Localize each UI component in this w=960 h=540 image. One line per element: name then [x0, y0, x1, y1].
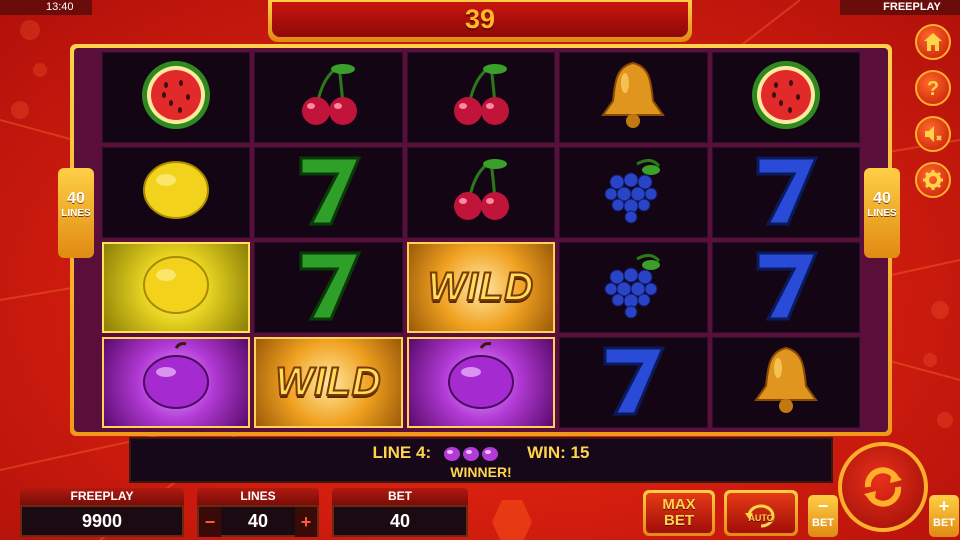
max-bet-line2: BET [664, 512, 694, 529]
lemon-icon [136, 150, 216, 235]
cherries-icon [441, 150, 521, 235]
svg-text:?: ? [927, 78, 939, 99]
sound-button[interactable] [915, 116, 951, 152]
lines-badge-right: 40 LINES [864, 168, 900, 258]
home-icon [924, 33, 942, 51]
reel-cell-grapes [559, 242, 708, 333]
reel-cell-cherries [254, 52, 403, 143]
auto-label: AUTO [748, 513, 774, 523]
counter-value: 39 [272, 2, 688, 37]
reels-frame: WILD WILD [70, 44, 892, 436]
bet-label: BET [332, 488, 468, 505]
win-line-label: LINE 4: [372, 443, 432, 462]
lines-label: LINES [61, 208, 91, 219]
help-button[interactable]: ? [915, 70, 951, 106]
lines-plus-button[interactable]: + [295, 507, 317, 537]
bell-icon [746, 340, 826, 425]
clock: 13:40 [0, 0, 92, 15]
reel-cell-watermelon [711, 52, 860, 143]
reel-cell-wild: WILD [406, 242, 556, 333]
cherries-icon [441, 55, 521, 140]
bet-minus-label: BET [812, 517, 834, 529]
lemon-icon [136, 245, 216, 330]
bet-plus-symbol: + [938, 496, 950, 516]
grapes-icon [593, 245, 673, 330]
seven-green-icon [289, 150, 369, 235]
sound-off-icon [925, 126, 942, 142]
reel-cell-seven-green [254, 147, 403, 238]
win-amount: WIN: 15 [527, 443, 590, 462]
bet-panel: BET 40 [332, 488, 468, 540]
lines-panel: LINES 40 − + [197, 488, 319, 540]
lines-count: 40 [873, 190, 891, 207]
help-icon: ? [927, 78, 939, 99]
seven-green-icon [289, 245, 369, 330]
bet-plus-button[interactable]: + BET [929, 495, 959, 537]
max-bet-line1: MAX [662, 496, 696, 513]
reel-grid: WILD WILD [102, 52, 860, 428]
cherries-icon [289, 55, 369, 140]
freeplay-balance: 9900 [20, 505, 184, 537]
home-button[interactable] [915, 24, 951, 60]
reel-cell-bell [559, 52, 708, 143]
lines-minus-button[interactable]: − [199, 507, 221, 537]
gear-icon [923, 170, 943, 190]
bet-plus-label: BET [933, 517, 955, 529]
reel-cell-cherries [406, 52, 556, 143]
bell-icon [593, 55, 673, 140]
reel-cell-seven-blue [711, 147, 860, 238]
win-message-bar: LINE 4: WIN: 15 WINNER! [129, 437, 833, 483]
free-spins-counter: 39 [268, 0, 692, 42]
lines-badge-left: 40 LINES [58, 168, 94, 258]
seven-blue-icon [746, 150, 826, 235]
grapes-icon [593, 150, 673, 235]
max-bet-button[interactable]: MAX BET [643, 490, 715, 536]
seven-blue-icon [746, 245, 826, 330]
bet-value: 40 [332, 505, 468, 537]
plum-icons [444, 447, 499, 461]
wild-symbol: WILD [427, 264, 535, 310]
spin-button[interactable] [838, 442, 928, 532]
reel-cell-bell [711, 337, 860, 428]
bet-minus-button[interactable]: − BET [808, 495, 838, 537]
winner-text: WINNER! [450, 464, 512, 480]
lines-label: LINES [867, 208, 897, 219]
reel-cell-seven-green [254, 242, 403, 333]
reel-cell-plum [406, 337, 556, 428]
reel-cell-cherries [406, 147, 556, 238]
reel-cell-wild: WILD [254, 337, 403, 428]
reel-cell-seven-blue [559, 337, 708, 428]
plum-icon [136, 340, 216, 425]
reel-cell-lemon [102, 147, 251, 238]
bet-minus-symbol: − [817, 496, 829, 516]
plum-icon [441, 340, 521, 425]
spin-icon [864, 467, 902, 507]
freeplay-panel: FREEPLAY 9900 [20, 488, 184, 540]
reel-cell-watermelon [102, 52, 251, 143]
reel-cell-lemon [102, 242, 251, 333]
settings-button[interactable] [915, 162, 951, 198]
reel-cell-plum [102, 337, 251, 428]
reel-cell-seven-blue [711, 242, 860, 333]
mode-label: FREEPLAY [840, 0, 960, 15]
hex-decoration [492, 500, 532, 540]
reel-cell-grapes [559, 147, 708, 238]
lines-count: 40 [67, 190, 85, 207]
seven-blue-icon [593, 340, 673, 425]
wild-symbol: WILD [274, 359, 382, 405]
watermelon-icon [136, 55, 216, 140]
auto-button[interactable]: AUTO [724, 490, 798, 536]
watermelon-icon [746, 55, 826, 140]
freeplay-label: FREEPLAY [20, 488, 184, 505]
lines-panel-label: LINES [197, 488, 319, 505]
